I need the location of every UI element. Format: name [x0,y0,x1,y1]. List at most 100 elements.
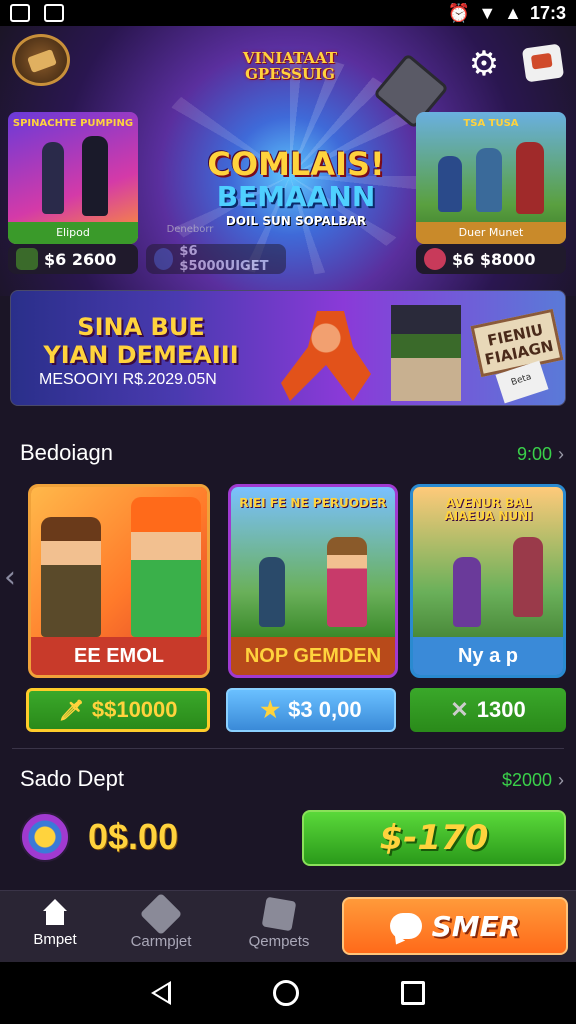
hero-card-right-title: TSA TUSA [463,118,519,129]
shield-icon [261,896,297,932]
home-icon [41,899,69,927]
app-screen: VINIATAAT GPESSUIG ⚙ SPINACHTE PUMPING E… [0,26,576,962]
coin-icon [16,248,38,270]
banner-title: SINA BUE YIAN DEMEAIII [41,313,241,369]
nav-item-label: Qempets [248,933,310,950]
hero-card-left-price[interactable]: $6 2600 [8,244,138,274]
nav-item-competitions[interactable]: Qempets [224,896,334,950]
game-character [41,517,101,637]
nav-item-label: Carmpjet [130,933,192,950]
system-nav-bar [0,962,576,1024]
chevron-right-icon: › [558,770,564,790]
coin-icon [154,248,174,270]
banner-subtitle: MESOOIYI R$.2029.05N [39,371,217,388]
game-card[interactable]: RIEI FE NE PERUODER NOP GEMDEN [228,484,398,678]
status-bar: ⏰ ▼ ▲ 17:3 [0,0,576,26]
status-time: 17:3 [529,2,566,23]
game-card-art: RIEI FE NE PERUODER [231,487,395,637]
section-more-link[interactable]: 9:00 › [517,444,564,465]
game-card-name: Ny a p [413,637,563,675]
hero-center-title-2: BEMAANN [216,180,376,213]
chevron-left-icon[interactable]: ‹ [4,560,16,595]
bottom-nav: Bmpet Carmpjet Qempets SMER [0,890,576,962]
chat-icon [389,913,422,939]
game-card[interactable]: EE EMOL [28,484,210,678]
home-button-icon[interactable] [273,980,299,1006]
buy-button[interactable]: $-170 [302,810,566,866]
game-card[interactable]: AVENUR BAL AIAEUA NUNI Ny a p [410,484,566,678]
section-more-text: $2000 [501,770,552,790]
banner-hero-figure [281,311,371,401]
sword-icon: 🗡 [58,699,84,722]
section-more-link[interactable]: $2000 › [502,770,564,791]
profile-card-icon[interactable] [521,43,565,83]
nav-item-campaign[interactable]: Carmpjet [106,892,216,950]
hero-card-mid-price-text: $6 $5000UIGET [179,244,269,274]
game-price-button[interactable]: ★ $3 0,00 [226,688,396,732]
hero-card-mid-price[interactable]: $6 $5000UIGET [146,244,286,274]
game-price-button[interactable]: 🗡 $$10000 [26,688,210,732]
game-card-art [31,487,207,637]
hero-figure [476,148,502,212]
banner-hero-figure [391,305,461,401]
hero-figure [42,142,64,214]
hero-card-left-title: SPINACHTE PUMPING [12,118,134,129]
hero-center-title: COMLAIS! BEMAANN DOIL SUN SOPALBAR [196,146,396,228]
game-price-text: $3 0,00 [288,697,362,722]
wifi-icon: ▼ [478,2,497,23]
alarm-icon: ⏰ [447,2,471,23]
nav-item-home[interactable]: Bmpet [0,899,110,948]
hero-card-right-price[interactable]: $6 $8000 [416,244,566,274]
game-card-title: RIEI FE NE PERUODER [239,496,387,510]
game-card-title: AVENUR BAL AIAEUA NUNI [444,496,533,523]
hero-section: VINIATAAT GPESSUIG ⚙ SPINACHTE PUMPING E… [0,26,576,296]
hero-center-title-3: DOIL SUN SOPALBAR [225,214,367,228]
hero-card-right[interactable]: TSA TUSA Duer Munet [416,112,566,244]
game-character [131,497,201,637]
game-card-name: EE EMOL [31,637,207,675]
game-character [327,537,367,627]
section-title: Bedoiagn [20,440,113,465]
nav-item-label: Bmpet [33,931,77,948]
image-notification-icon [10,4,30,22]
hero-figure [82,136,108,216]
back-icon[interactable] [151,981,171,1005]
gallery-notification-icon [44,4,64,22]
recents-icon[interactable] [401,981,425,1005]
game-price-text: $$10000 [91,697,178,722]
swords-icon [139,892,183,936]
hero-card-left[interactable]: SPINACHTE PUMPING Elipod [8,112,138,244]
hero-card-left-price-text: $6 2600 [44,249,117,269]
coin-icon [20,812,70,862]
action-button[interactable]: SMER [342,897,568,955]
banner-title-line1: SINA BUE [77,313,205,341]
app-logo[interactable] [12,34,70,86]
action-button-label: SMER [431,909,521,943]
game-card-art: AVENUR BAL AIAEUA NUNI [413,487,563,637]
crossed-swords-icon: ✕ [450,697,469,722]
hero-card-left-label: Elipod [8,222,138,244]
hero-figure [438,156,462,212]
heart-icon [424,248,446,270]
section-more-text: 9:00 [516,444,552,464]
game-character [453,557,481,627]
game-price-text: 1300 [476,697,526,722]
hero-card-right-label: Duer Munet [416,222,566,244]
game-character [259,557,285,627]
chevron-right-icon: › [558,444,564,464]
hero-top-title: VINIATAAT GPESSUIG [242,49,338,83]
promo-banner[interactable]: SINA BUE YIAN DEMEAIII MESOOIYI R$.2029.… [10,290,566,406]
hero-figure [516,142,544,214]
hero-center-title-1: COMLAIS! [207,145,385,183]
star-icon: ★ [260,697,281,722]
game-character [513,537,543,617]
gear-icon[interactable]: ⚙ [464,44,504,84]
hero-card-right-price-text: $6 $8000 [452,249,536,269]
game-card-name: NOP GEMDEN [231,637,395,675]
balance-value: 0$.00 [88,816,179,857]
signal-icon: ▲ [504,2,522,23]
section-divider [12,748,564,749]
section-title: Sado Dept [20,766,124,791]
game-price-button[interactable]: ✕ 1300 [410,688,566,732]
banner-title-line2: YIAN DEMEAIII [43,341,239,369]
